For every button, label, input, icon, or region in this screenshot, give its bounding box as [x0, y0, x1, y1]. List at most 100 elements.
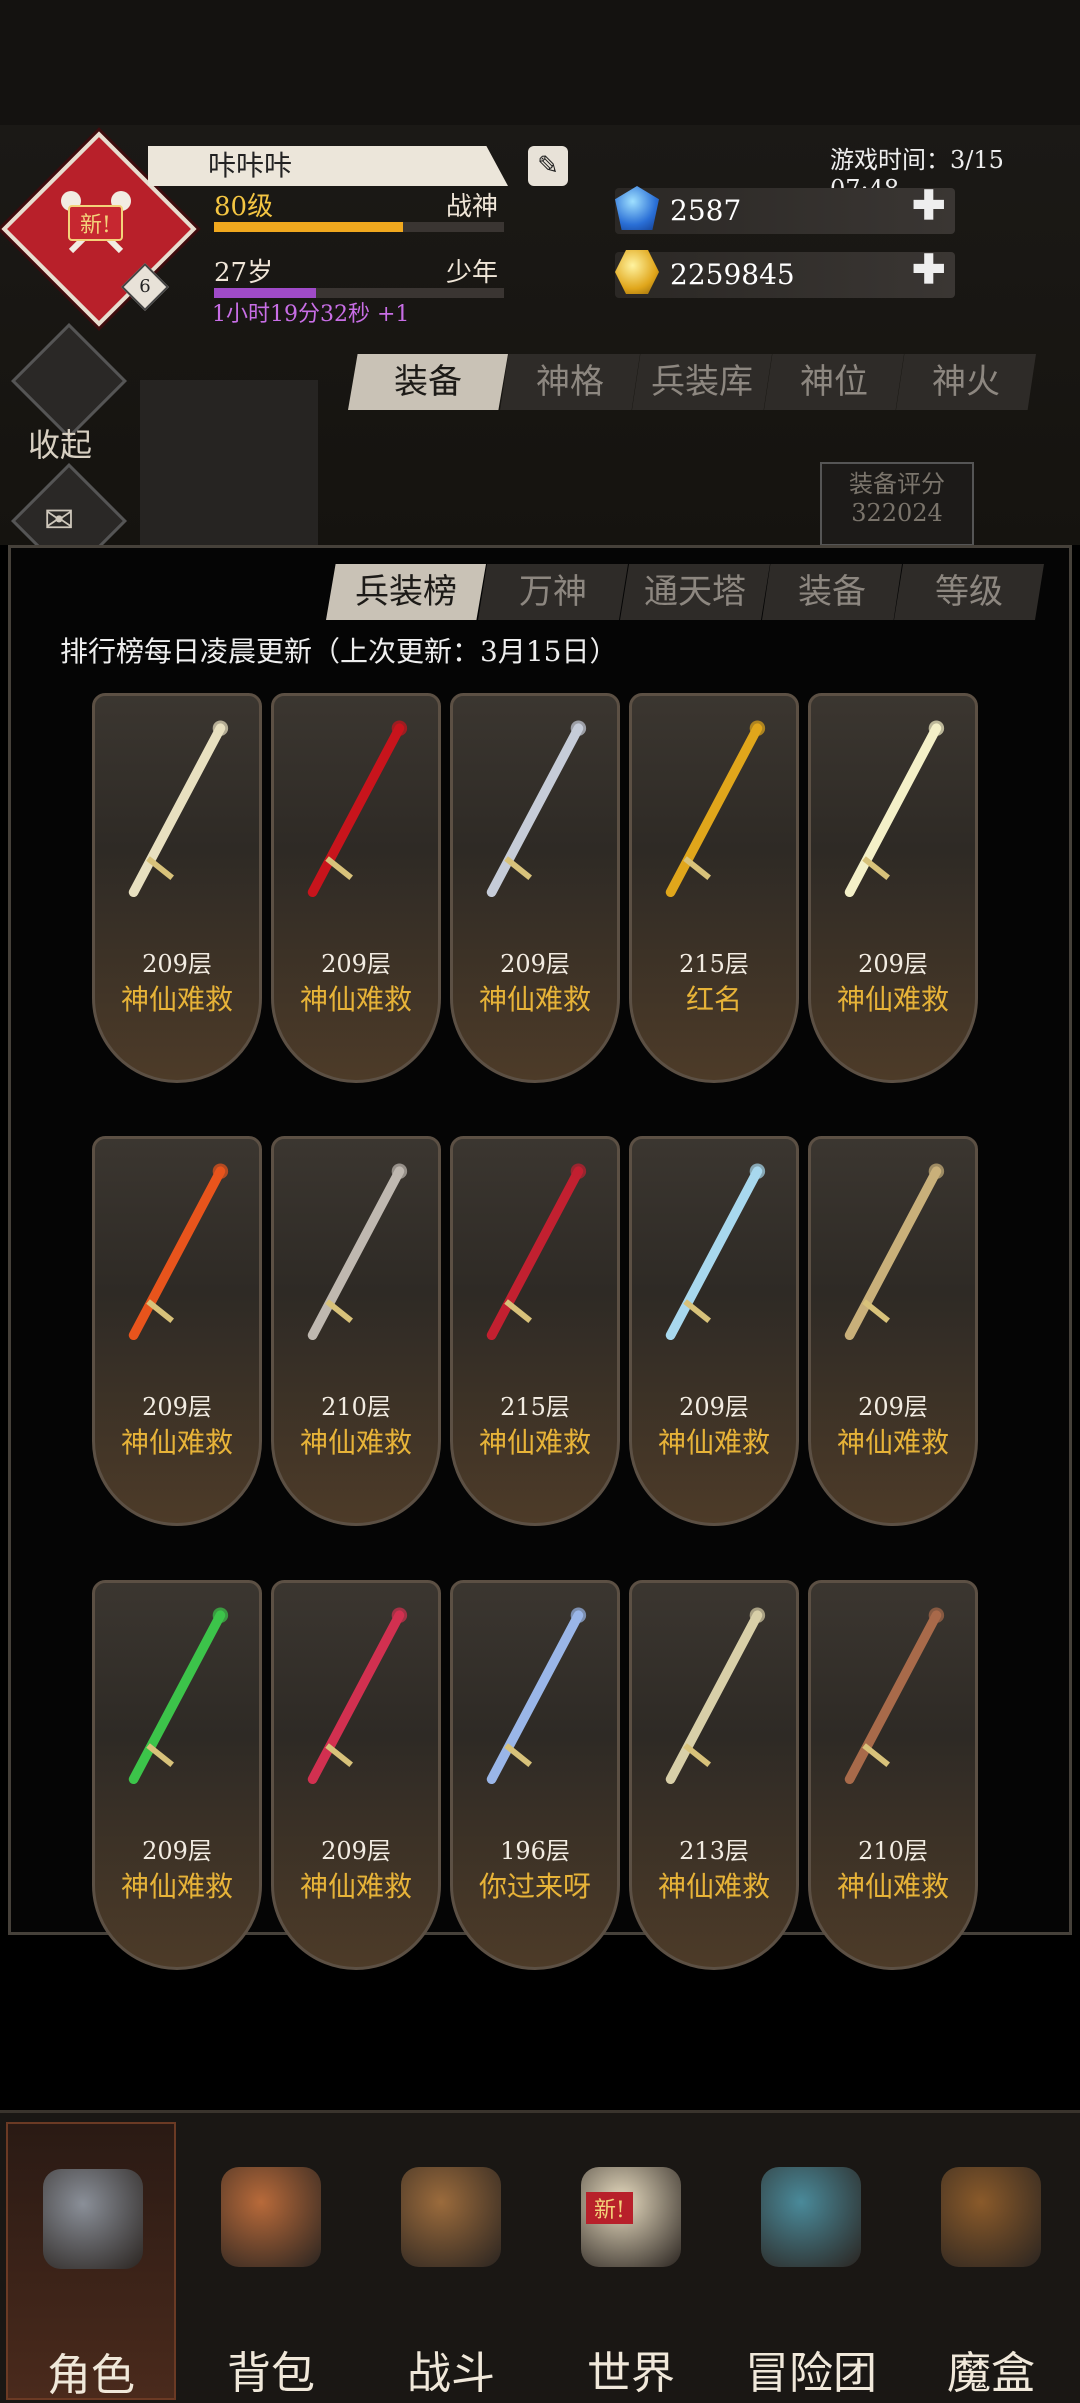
card-player-name: 神仙难救 — [120, 1870, 233, 1903]
weapon-card[interactable]: 209层神仙难救 — [271, 693, 441, 1083]
weapon-card[interactable]: 215层红名 — [629, 693, 799, 1083]
diamond-counter — [615, 188, 955, 234]
weapon-card[interactable]: 209层神仙难救 — [92, 1136, 262, 1526]
add-gold-button[interactable]: ✚ — [912, 246, 946, 293]
plus-icon: ✚ — [912, 246, 946, 293]
chain-gauntlet-icon — [486, 1607, 587, 1785]
nav-label: 背包 — [227, 2348, 315, 2399]
gold-value: 2259845 — [670, 258, 795, 291]
nav-scroll[interactable]: 新! 世界 — [546, 2122, 716, 2400]
edit-name-button[interactable]: ✎ — [528, 146, 568, 186]
card-floor: 210层 — [858, 1837, 928, 1865]
player-name: 咔咔咔 — [148, 146, 508, 186]
card-player-name: 神仙难救 — [299, 1870, 412, 1903]
tab-equipment[interactable]: 装备 — [348, 354, 508, 410]
ranking-tabs: 兵装榜 万神 通天塔 装备 等级 — [326, 564, 1044, 620]
equipment-score: 装备评分 322024 — [820, 462, 974, 546]
card-floor: 209层 — [858, 1393, 928, 1421]
add-diamond-button[interactable]: ✚ — [912, 182, 946, 229]
mail-icon: ✉ — [44, 500, 75, 541]
card-player-name: 神仙难救 — [299, 983, 412, 1016]
magic-box-icon — [941, 2167, 1041, 2267]
card-player-name: 神仙难救 — [836, 1870, 949, 1903]
card-floor: 209层 — [142, 950, 212, 978]
card-player-name: 神仙难救 — [478, 983, 591, 1016]
plus-icon: ✚ — [912, 182, 946, 229]
nav-backpack[interactable]: 背包 — [186, 2122, 356, 2400]
weapon-card[interactable]: 209层 神仙难救 — [271, 1580, 441, 1970]
exp-bar — [214, 222, 504, 232]
gem-flail-icon — [307, 1607, 408, 1785]
flintlock-icon — [844, 1607, 945, 1785]
tab-tower-rank[interactable]: 通天塔 — [620, 564, 770, 620]
avatar-level: 6 — [139, 276, 151, 297]
tab-level-rank[interactable]: 等级 — [894, 564, 1044, 620]
holy-sword-icon — [128, 720, 229, 898]
weapon-card[interactable]: 209层 神仙难救 — [92, 693, 262, 1083]
weapon-card[interactable]: 209层 神仙难救 — [629, 1136, 799, 1526]
weapon-card[interactable]: 209层 神仙难救 — [808, 693, 978, 1083]
nav-label: 冒险团 — [745, 2348, 877, 2399]
tab-armory[interactable]: 兵装库 — [632, 354, 772, 410]
nav-magic-box[interactable]: 魔盒 — [906, 2122, 1076, 2400]
tab-divine-fire[interactable]: 神火 — [896, 354, 1036, 410]
nav-helmet[interactable]: 角色 — [6, 2122, 176, 2401]
tab-divine-rank[interactable]: 神位 — [764, 354, 904, 410]
nav-castle[interactable]: 冒险团 — [726, 2122, 896, 2400]
tab-weapon-rank[interactable]: 兵装榜 — [326, 564, 486, 620]
nav-sword-shield[interactable]: 战斗 — [366, 2122, 536, 2400]
score-label: 装备评分 — [849, 470, 945, 498]
card-player-name: 神仙难救 — [120, 1426, 233, 1459]
crimson-blade-icon — [307, 720, 408, 898]
weapon-card[interactable]: 196层你过来呀 — [450, 1580, 620, 1970]
new-badge: 新! — [586, 2192, 633, 2224]
lightning-spear-icon — [844, 720, 945, 898]
rank-update-note: 排行榜每日凌晨更新（上次更新：3月15日） — [60, 635, 618, 668]
weapon-card[interactable]: 213层 神仙难救 — [629, 1580, 799, 1970]
card-floor: 209层 — [858, 950, 928, 978]
age-stage: 少年 — [446, 258, 499, 288]
diamond-value: 2587 — [670, 194, 742, 227]
tab-gear-rank[interactable]: 装备 — [762, 564, 902, 620]
weapon-card[interactable]: 209层神仙难救 — [450, 693, 620, 1083]
flame-scythe-icon — [128, 1163, 229, 1341]
card-floor: 210层 — [321, 1393, 391, 1421]
nav-label: 世界 — [587, 2348, 675, 2399]
nav-label: 魔盒 — [947, 2348, 1035, 2399]
nav-label: 战斗 — [407, 2348, 495, 2399]
nav-label: 角色 — [47, 2350, 135, 2401]
card-player-name: 神仙难救 — [836, 1426, 949, 1459]
golden-staff-icon — [665, 720, 766, 898]
blood-sword-icon — [486, 1163, 587, 1341]
tab-godhood[interactable]: 神格 — [500, 354, 640, 410]
sword-shield-icon — [401, 2167, 501, 2267]
new-badge: 新! — [68, 205, 123, 241]
card-player-name: 你过来呀 — [478, 1870, 591, 1903]
edit-icon: ✎ — [537, 151, 559, 181]
weapon-card[interactable]: 215层神仙难救 — [450, 1136, 620, 1526]
card-floor: 196层 — [500, 1837, 570, 1865]
card-floor: 215层 — [500, 1393, 570, 1421]
collapse-label[interactable]: 收起 — [28, 420, 92, 466]
weapon-card[interactable]: 210层神仙难救 — [808, 1580, 978, 1970]
card-floor: 209层 — [321, 950, 391, 978]
card-player-name: 神仙难救 — [657, 1870, 770, 1903]
ice-axe-icon — [665, 1163, 766, 1341]
tab-gods-rank[interactable]: 万神 — [478, 564, 628, 620]
card-player-name: 神仙难救 — [478, 1426, 591, 1459]
status-strip — [0, 0, 1080, 125]
card-player-name: 红名 — [685, 983, 742, 1016]
card-floor: 209层 — [142, 1837, 212, 1865]
weapon-card[interactable]: 209层神仙难救 — [808, 1136, 978, 1526]
card-floor: 209层 — [679, 1393, 749, 1421]
helmet-icon — [43, 2169, 143, 2269]
age-text: 27岁 — [214, 258, 274, 288]
castle-icon — [761, 2167, 861, 2267]
card-floor: 209层 — [500, 950, 570, 978]
weapon-card[interactable]: 209层神仙难救 — [92, 1580, 262, 1970]
card-floor: 209层 — [142, 1393, 212, 1421]
card-floor: 215层 — [679, 950, 749, 978]
katana-icon — [486, 720, 587, 898]
weapon-card[interactable]: 210层 神仙难救 — [271, 1136, 441, 1526]
curved-dagger-icon — [307, 1163, 408, 1341]
